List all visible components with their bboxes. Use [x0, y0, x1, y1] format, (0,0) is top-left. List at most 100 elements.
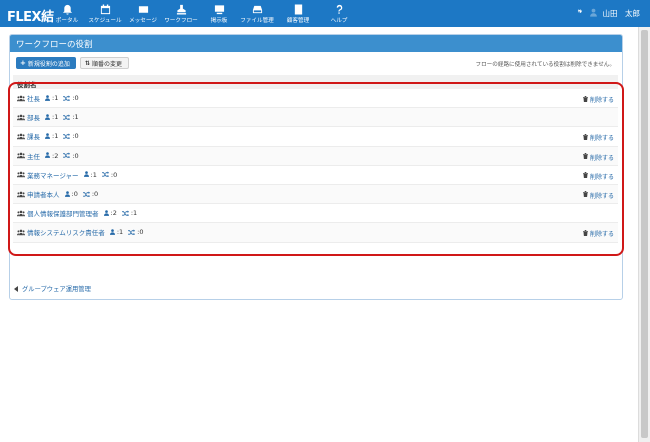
delete-role-button[interactable]: 削除する	[582, 229, 614, 238]
nav-help[interactable]: ヘルプ	[320, 0, 358, 27]
role-row: 情報システムリスク責任者 :1 :0 削除する	[13, 223, 618, 243]
app-logo[interactable]: FLEX結	[7, 6, 54, 25]
flow-count-icon	[121, 209, 131, 218]
add-role-button[interactable]: + 新規役割の追加	[16, 57, 76, 69]
role-name-link[interactable]: 社長	[27, 93, 40, 103]
role-name-link[interactable]: 業務マネージャー	[27, 170, 79, 180]
roles-table-body: 社長:1:0 削除する 部長:1:1 課長:1:0 削除する 主任:2:0 削除する 業務マネ…	[13, 89, 618, 243]
flow-count: :0	[72, 94, 79, 103]
main-content: ワークフローの役割 + 新規役割の追加 ⇅ 順番の変更 フローの経路に使用されて…	[0, 27, 638, 442]
user-count-icon	[45, 94, 52, 103]
nav-workflow[interactable]: ワークフロー	[162, 0, 200, 27]
role-row: 申請者本人:0:0 削除する	[13, 184, 618, 205]
user-count: :0	[71, 190, 78, 199]
role-row: 社長 :1 :0 削除する	[13, 89, 618, 109]
envelope-icon	[136, 3, 150, 15]
user-count-icon	[83, 170, 91, 179]
main-nav: ポータル スケジュール メッセージ ワークフロー 掲示板 ファイル管理 顧客管理	[48, 0, 358, 27]
trash-icon	[582, 153, 590, 161]
user-count: :1	[116, 228, 124, 237]
nav-board[interactable]: 掲示板	[200, 0, 238, 27]
user-avatar-icon	[589, 8, 598, 19]
flow-count-icon	[82, 190, 92, 199]
user-count: :1	[52, 94, 59, 103]
delete-role-button[interactable]: 削除する	[582, 95, 614, 104]
sort-icon: ⇅	[85, 59, 91, 67]
flow-count-icon	[63, 113, 72, 122]
user-count-icon	[109, 228, 117, 237]
plus-icon: +	[20, 59, 26, 67]
bell-icon	[60, 3, 74, 15]
drive-icon	[250, 3, 264, 15]
user-count-icon	[103, 209, 111, 218]
user-count-icon	[45, 151, 52, 160]
flow-count-icon	[63, 94, 72, 103]
group-icon	[17, 114, 25, 121]
contact-book-icon	[291, 3, 305, 15]
nav-message[interactable]: メッセージ	[124, 0, 162, 27]
nav-file[interactable]: ファイル管理	[238, 0, 276, 27]
calendar-icon	[98, 3, 112, 15]
roles-table: 役割名 社長:1:0 削除する 部長:1:1 課長:1:0 削除する 主任:2:0 削除する…	[13, 75, 618, 243]
workflow-roles-panel: ワークフローの役割 + 新規役割の追加 ⇅ 順番の変更 フローの経路に使用されて…	[9, 34, 623, 300]
flow-count: :0	[72, 151, 79, 160]
role-row: 部長 :1 :1	[13, 108, 618, 128]
flow-count: :0	[72, 132, 79, 141]
board-icon	[212, 3, 226, 15]
panel-toolbar: + 新規役割の追加 ⇅ 順番の変更 フローの経路に使用されている役割は削除できま…	[10, 52, 622, 75]
question-icon	[332, 3, 346, 15]
delete-restriction-note: フローの経路に使用されている役割は削除できません。	[475, 62, 615, 68]
user-count-icon	[45, 132, 52, 141]
role-row: 業務マネージャー :1 :0 削除する	[13, 166, 618, 185]
user-count: :2	[110, 209, 117, 218]
group-icon	[17, 152, 25, 159]
trash-icon	[582, 191, 590, 199]
stamp-icon	[174, 3, 188, 15]
delete-role-button[interactable]: 削除する	[582, 133, 614, 142]
change-order-button[interactable]: ⇅ 順番の変更	[80, 57, 129, 69]
role-name-link[interactable]: 個人情報保護部門管理者	[27, 208, 99, 218]
role-name-link[interactable]: 情報システムリスク責任者	[27, 227, 105, 237]
role-name-link[interactable]: 申請者本人	[27, 189, 60, 199]
scrollbar[interactable]	[638, 27, 650, 442]
user-count: :1	[90, 170, 97, 179]
panel-title: ワークフローの役割	[10, 35, 622, 52]
user-count-icon	[64, 190, 72, 199]
role-row: 課長 :1 :0 削除する	[13, 127, 618, 147]
flow-count-icon	[63, 151, 72, 160]
flow-count: :0	[110, 170, 118, 179]
group-icon	[17, 171, 25, 178]
top-nav-bar: FLEX結 ポータル スケジュール メッセージ ワークフロー 掲示板 ファイル管…	[0, 0, 650, 27]
group-icon	[17, 95, 25, 102]
settings-gears-icon[interactable]	[575, 8, 584, 19]
caret-left-icon	[14, 285, 18, 292]
group-icon	[17, 210, 25, 217]
nav-customer[interactable]: 顧客管理	[276, 0, 320, 27]
role-name-link[interactable]: 部長	[27, 112, 40, 122]
trash-icon	[582, 229, 590, 238]
nav-schedule[interactable]: スケジュール	[86, 0, 124, 27]
flow-count: :1	[130, 209, 138, 218]
delete-role-button[interactable]: 削除する	[582, 153, 614, 162]
role-row: 個人情報保護部門管理者 :2 :1	[13, 204, 618, 224]
trash-icon	[582, 172, 590, 180]
user-count: :1	[52, 132, 59, 141]
flow-count-icon	[101, 170, 111, 179]
user-menu[interactable]: 山田 太郎	[575, 8, 641, 19]
user-name: 山田 太郎	[602, 9, 641, 18]
flow-count: :0	[137, 228, 144, 237]
flow-count-icon	[128, 228, 137, 237]
group-icon	[17, 191, 25, 198]
delete-role-button[interactable]: 削除する	[582, 172, 614, 181]
user-count: :1	[52, 113, 59, 122]
role-name-link[interactable]: 主任	[27, 151, 40, 161]
groupware-admin-link[interactable]: グループウェア運用管理	[14, 284, 91, 293]
role-name-link[interactable]: 課長	[27, 131, 40, 141]
delete-role-button[interactable]: 削除する	[582, 191, 614, 200]
nav-portal[interactable]: ポータル	[48, 0, 86, 27]
scrollbar-thumb[interactable]	[641, 30, 648, 438]
group-icon	[17, 133, 25, 140]
trash-icon	[582, 133, 590, 142]
flow-count: :1	[72, 113, 79, 122]
column-header-role-name: 役割名	[13, 75, 618, 89]
